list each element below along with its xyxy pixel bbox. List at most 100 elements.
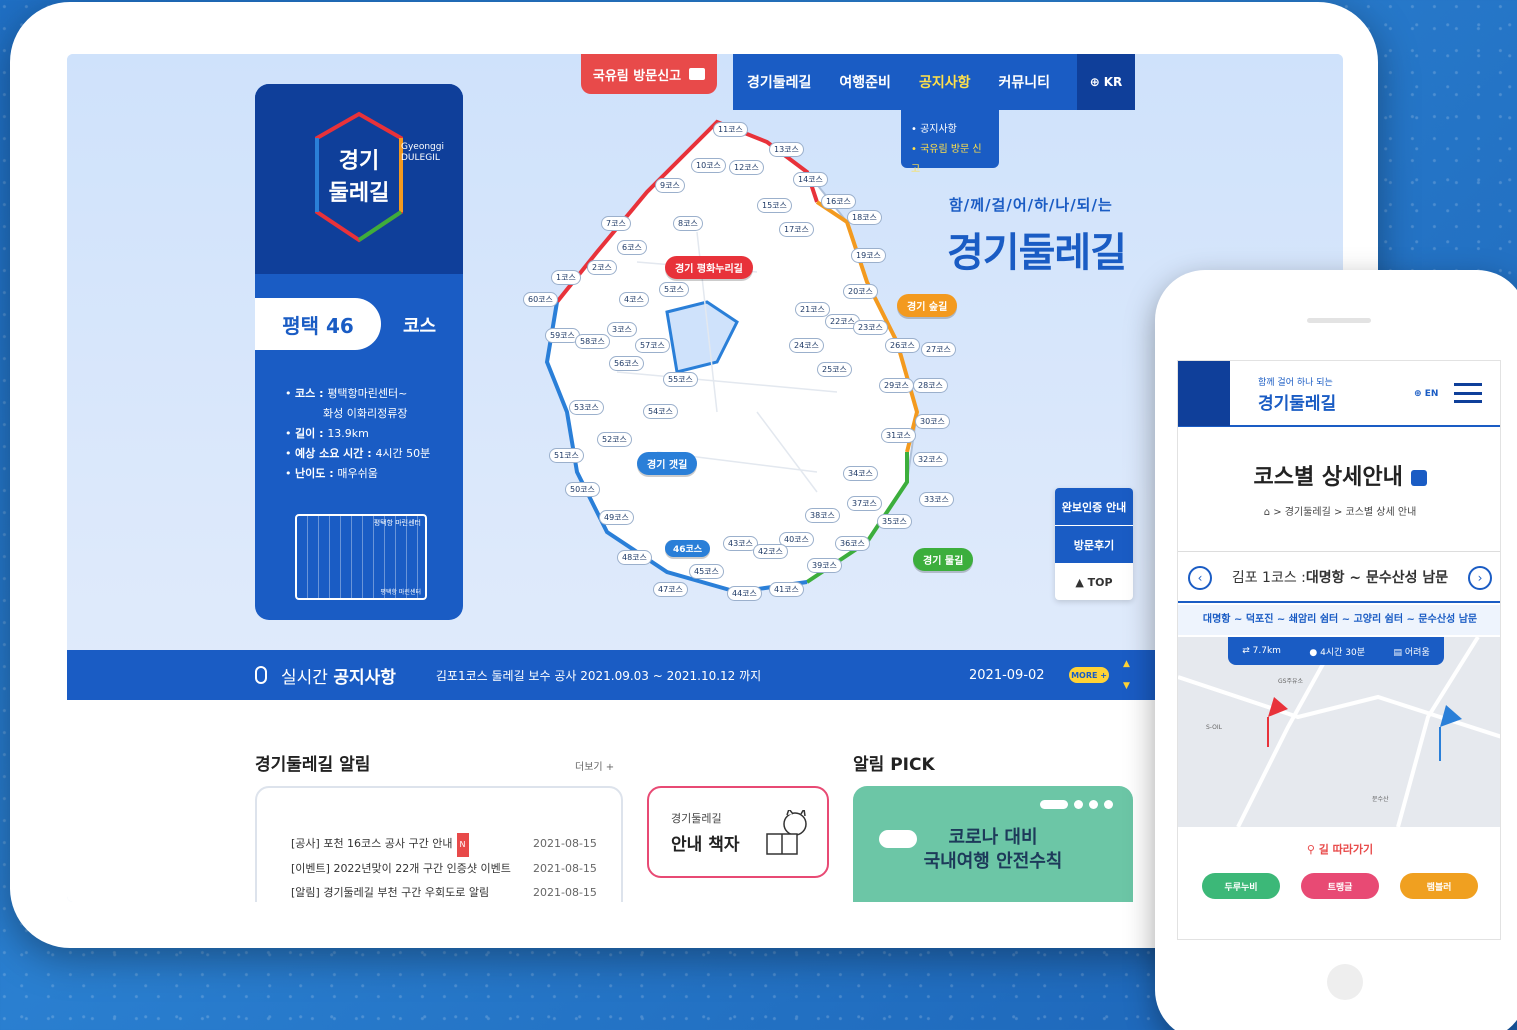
- course-badge[interactable]: 31코스: [881, 428, 916, 443]
- list-item[interactable]: [이벤트] 2022년맞이 22개 구간 인증샷 이벤트 2021-08-15: [291, 857, 621, 881]
- next-course-icon[interactable]: ›: [1468, 566, 1492, 590]
- notice-arrows[interactable]: ▲ ▼: [1123, 653, 1130, 697]
- guidebook-card[interactable]: 경기둘레길 안내 책자: [647, 786, 829, 878]
- course-badge[interactable]: 23코스: [853, 320, 888, 335]
- course-badge[interactable]: 42코스: [753, 544, 788, 559]
- course-badge[interactable]: 38코스: [805, 508, 840, 523]
- mobile-language-button[interactable]: ⊕ EN: [1414, 389, 1438, 399]
- course-badge[interactable]: 9코스: [655, 178, 685, 193]
- carousel-dots[interactable]: [1040, 800, 1113, 809]
- pick-banner[interactable]: 코로나 대비 국내여행 안전수칙: [853, 786, 1133, 902]
- route-tag-tidal[interactable]: 경기 갯길: [637, 452, 698, 475]
- course-badge[interactable]: 14코스: [793, 172, 828, 187]
- notice-date: 2021-09-02: [969, 667, 1045, 683]
- notice-more-button[interactable]: MORE +: [1069, 667, 1109, 683]
- course-badge[interactable]: 4코스: [619, 292, 649, 307]
- course-badge[interactable]: 33코스: [919, 492, 954, 507]
- route-tag-peace[interactable]: 경기 평화누리길: [665, 256, 753, 279]
- course-badge[interactable]: 36코스: [835, 536, 870, 551]
- forest-report-tab[interactable]: 국유림 방문신고: [581, 54, 717, 94]
- course-badge[interactable]: 37코스: [847, 496, 882, 511]
- home-button[interactable]: [1327, 964, 1363, 1000]
- durunubi-button[interactable]: 두루누비: [1202, 873, 1280, 899]
- course-badge[interactable]: 51코스: [549, 448, 584, 463]
- course-badge[interactable]: 48코스: [617, 550, 652, 565]
- course-badge[interactable]: 20코스: [843, 284, 878, 299]
- course-badge[interactable]: 25코스: [817, 362, 852, 377]
- course-badge[interactable]: 12코스: [729, 160, 764, 175]
- pick-text: 코로나 대비 국내여행 안전수칙: [923, 827, 1063, 872]
- gyeonggi-route-map: 11코스 13코스 10코스 12코스 14코스 9코스 16코스 15코스 18코스 8코스 7코…: [517, 112, 1037, 622]
- monitor-icon: [689, 68, 706, 80]
- notice-text[interactable]: 김포1코스 둘레길 보수 공사 2021.09.03 ~ 2021.10.12 …: [436, 667, 761, 684]
- course-badge[interactable]: 34코스: [843, 466, 878, 481]
- course-badge[interactable]: 35코스: [877, 514, 912, 529]
- course-badge[interactable]: 17코스: [779, 222, 814, 237]
- course-badge[interactable]: 45코스: [689, 564, 724, 579]
- course-badge[interactable]: 7코스: [601, 216, 631, 231]
- course-badge[interactable]: 55코스: [663, 372, 698, 387]
- nav-item-community[interactable]: 커뮤니티: [984, 72, 1064, 92]
- top-button[interactable]: ▲ TOP: [1055, 564, 1133, 600]
- course-badge[interactable]: 30코스: [915, 414, 950, 429]
- hamburger-menu-icon[interactable]: [1454, 383, 1482, 403]
- course-badge[interactable]: 5코스: [659, 282, 689, 297]
- course-badge[interactable]: 27코스: [921, 342, 956, 357]
- course-badge[interactable]: 49코스: [599, 510, 634, 525]
- list-item[interactable]: [공사] 포천 16코스 공사 구간 안내 N 2021-08-15: [291, 832, 621, 857]
- mobile-header-sub: 함께 걸어 하나 되는: [1258, 378, 1333, 388]
- course-badge[interactable]: 24코스: [789, 338, 824, 353]
- route-tag-water[interactable]: 경기 물길: [913, 548, 974, 571]
- course-badge[interactable]: 8코스: [673, 216, 703, 231]
- course-badge[interactable]: 2코스: [587, 260, 617, 275]
- course-badge[interactable]: 50코스: [565, 482, 600, 497]
- prev-course-icon[interactable]: ‹: [1188, 566, 1212, 590]
- nav-item-travel-prep[interactable]: 여행준비: [825, 72, 905, 92]
- course-badge[interactable]: 3코스: [607, 322, 637, 337]
- course-badge[interactable]: 44코스: [727, 586, 762, 601]
- nav-item-dulegil[interactable]: 경기둘레길: [733, 72, 825, 92]
- news-more-link[interactable]: 더보기 +: [575, 758, 614, 773]
- mobile-page-title: 코스별 상세안내: [1178, 459, 1500, 491]
- highlight-course-46[interactable]: 46코스: [665, 540, 711, 557]
- course-badge[interactable]: 13코스: [769, 142, 804, 157]
- svg-text:둘레길: 둘레길: [329, 181, 390, 206]
- course-badge[interactable]: 15코스: [757, 198, 792, 213]
- course-badge[interactable]: 26코스: [885, 338, 920, 353]
- mobile-route-map[interactable]: GS주유소 S-OIL 문수산 ⇄ 7.7km ● 4시간 30분 ▤ 어려움: [1178, 637, 1500, 827]
- logo-en-line2: DULEGIL: [401, 153, 440, 163]
- review-button[interactable]: 방문후기: [1055, 526, 1133, 564]
- language-button[interactable]: ⊕ KR: [1077, 54, 1135, 110]
- course-badge[interactable]: 41코스: [769, 582, 804, 597]
- course-badge[interactable]: 19코스: [851, 248, 886, 263]
- tranggle-button[interactable]: 트랭글: [1301, 873, 1379, 899]
- course-badge[interactable]: 18코스: [847, 210, 882, 225]
- course-badge[interactable]: 16코스: [821, 194, 856, 209]
- course-badge[interactable]: 11코스: [713, 122, 748, 137]
- course-badge[interactable]: 6코스: [617, 240, 647, 255]
- course-badge[interactable]: 60코스: [523, 292, 558, 307]
- ramblr-button[interactable]: 램블러: [1400, 873, 1478, 899]
- course-badge[interactable]: 54코스: [643, 404, 678, 419]
- list-item[interactable]: [알림] 경기둘레길 부천 구간 우회도로 알림 2021-08-15: [291, 881, 621, 902]
- course-badge[interactable]: 52코스: [597, 432, 632, 447]
- globe-icon: ⊕: [1089, 75, 1100, 89]
- course-badge[interactable]: 29코스: [879, 378, 914, 393]
- course-badge[interactable]: 58코스: [575, 334, 610, 349]
- course-badge[interactable]: 39코스: [807, 558, 842, 573]
- course-badge[interactable]: 47코스: [653, 582, 688, 597]
- route-tag-forest[interactable]: 경기 숲길: [897, 294, 958, 317]
- course-badge[interactable]: 57코스: [635, 338, 670, 353]
- course-badge[interactable]: 10코스: [691, 158, 726, 173]
- course-badge[interactable]: 56코스: [609, 356, 644, 371]
- nav-item-notice[interactable]: 공지사항: [905, 72, 985, 92]
- news-title: 경기둘레길 알림: [255, 755, 371, 775]
- mobile-logo[interactable]: [1178, 361, 1230, 426]
- course-badge[interactable]: 21코스: [795, 302, 830, 317]
- share-icon[interactable]: [1410, 470, 1427, 486]
- course-badge[interactable]: 1코스: [551, 270, 581, 285]
- cert-guide-button[interactable]: 완보인증 안내: [1055, 488, 1133, 526]
- course-badge[interactable]: 32코스: [913, 452, 948, 467]
- course-badge[interactable]: 53코스: [569, 400, 604, 415]
- course-badge[interactable]: 28코스: [913, 378, 948, 393]
